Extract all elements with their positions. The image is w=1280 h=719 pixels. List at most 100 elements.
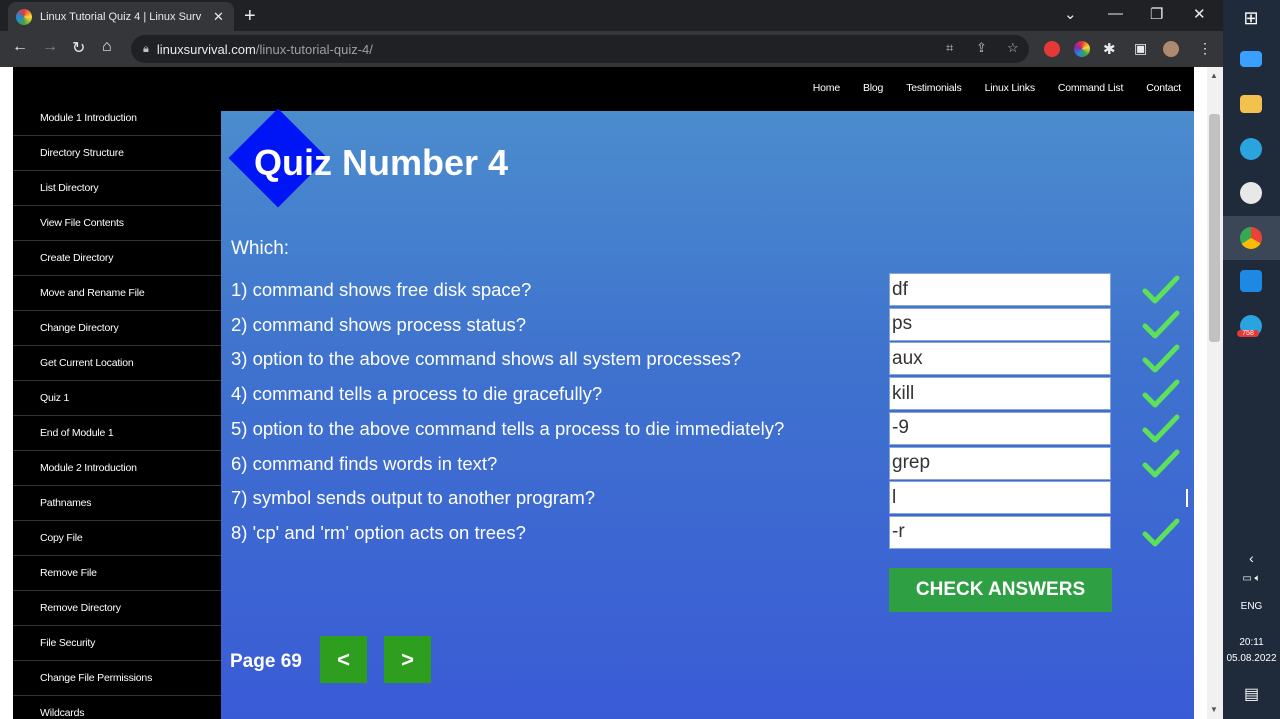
chrome-taskbar-icon[interactable]: [1240, 227, 1262, 249]
windows-taskbar: ⊞ 758 ‹ ▭ 🔈︎ ENG 20:11 05.08.2022 ▤: [1223, 0, 1280, 719]
sidebar-item-file-security[interactable]: File Security: [13, 626, 221, 661]
notification-badge: 758: [1237, 330, 1259, 337]
sidebar-item-pathnames[interactable]: Pathnames: [13, 486, 221, 521]
file-explorer-icon[interactable]: [1240, 95, 1262, 113]
tab-title: Linux Tutorial Quiz 4 | Linux Surv: [40, 10, 202, 23]
home-icon[interactable]: ⌂: [102, 38, 112, 56]
clock-date[interactable]: 05.08.2022: [1223, 653, 1280, 664]
nav-link-linux-links[interactable]: Linux Links: [985, 82, 1036, 94]
question-text: 2) command shows process status?: [231, 313, 527, 335]
close-window-icon[interactable]: ✕: [1193, 5, 1206, 23]
nav-link-contact[interactable]: Contact: [1146, 82, 1181, 94]
new-tab-icon[interactable]: +: [244, 5, 256, 28]
nav-link-home[interactable]: Home: [813, 82, 840, 94]
url-path: /linux-tutorial-quiz-4/: [255, 41, 373, 57]
question-text: 7) symbol sends output to another progra…: [231, 487, 596, 509]
answer-input[interactable]: [889, 446, 1111, 480]
chrome-menu-icon[interactable]: ⋮: [1198, 40, 1212, 57]
correct-check-icon: [1142, 379, 1180, 408]
sidebar-item-module-2-introduction[interactable]: Module 2 Introduction: [13, 451, 221, 486]
tab-search-icon[interactable]: ⌄: [1064, 5, 1077, 23]
sidebar-item-quiz-1[interactable]: Quiz 1: [13, 381, 221, 416]
previous-page-button[interactable]: <: [320, 636, 367, 683]
question-text: 5) option to the above command tells a p…: [231, 417, 785, 439]
sidebar-item-wildcards[interactable]: Wildcards: [13, 696, 221, 719]
browser-tab[interactable]: Linux Tutorial Quiz 4 | Linux Surv ✕: [8, 2, 234, 31]
quiz-panel: Quiz Number 4 Which: 1) command shows fr…: [221, 108, 1194, 719]
windows-start-icon[interactable]: ⊞: [1240, 8, 1262, 30]
quiz-prompt: Which:: [231, 238, 290, 259]
sidebar-item-module-1-introduction[interactable]: Module 1 Introduction: [13, 101, 221, 136]
extensions-puzzle-icon[interactable]: ✱: [1103, 40, 1116, 58]
extension-adblock-icon[interactable]: [1044, 41, 1060, 57]
sidebar-item-remove-directory[interactable]: Remove Directory: [13, 591, 221, 626]
back-icon[interactable]: ←: [12, 38, 28, 56]
correct-check-icon: [1142, 344, 1180, 373]
show-hidden-icons-icon[interactable]: ‹: [1223, 550, 1280, 566]
nav-link-command-list[interactable]: Command List: [1058, 82, 1123, 94]
sidebar-item-remove-file[interactable]: Remove File: [13, 556, 221, 591]
vscode-icon[interactable]: [1240, 270, 1262, 292]
battery-volume-icon[interactable]: ▭ 🔈︎: [1223, 573, 1280, 584]
restore-icon[interactable]: ❐: [1150, 5, 1163, 23]
answer-input[interactable]: [889, 515, 1111, 549]
web-page: Home Blog Testimonials Linux Links Command L…: [0, 67, 1207, 719]
bookmark-star-icon[interactable]: ☆: [1007, 40, 1019, 56]
extension-color-icon[interactable]: [1074, 41, 1090, 57]
question-text: 8) 'cp' and 'rm' option acts on trees?: [231, 521, 526, 543]
profile-avatar[interactable]: [1163, 41, 1179, 57]
question-text: 4) command tells a process to die gracef…: [231, 383, 603, 405]
check-answers-button[interactable]: CHECK ANSWERS: [889, 568, 1112, 612]
correct-check-icon: [1142, 275, 1180, 304]
address-bar[interactable]: 🔒︎ linuxsurvival.com/linux-tutorial-quiz…: [131, 35, 1029, 63]
translate-icon[interactable]: ⌗: [946, 40, 953, 56]
next-page-button[interactable]: >: [384, 636, 431, 683]
notifications-icon[interactable]: ▤: [1223, 684, 1280, 704]
sidebar-item-view-file-contents[interactable]: View File Contents: [13, 206, 221, 241]
quiz-title: Quiz Number 4: [254, 142, 509, 183]
answer-input[interactable]: [889, 273, 1111, 306]
question-text: 1) command shows free disk space?: [231, 279, 532, 300]
scroll-down-icon[interactable]: ▼: [1210, 705, 1218, 714]
sidebar-item-create-directory[interactable]: Create Directory: [13, 241, 221, 276]
page-number: Page 69: [230, 651, 302, 672]
sidebar-item-copy-file[interactable]: Copy File: [13, 521, 221, 556]
answer-input[interactable]: [889, 342, 1111, 376]
nav-link-blog[interactable]: Blog: [863, 82, 883, 94]
sidebar-item-list-directory[interactable]: List Directory: [13, 171, 221, 206]
sidebar-item-move-and-rename-file[interactable]: Move and Rename File: [13, 276, 221, 311]
desktop-app-icon[interactable]: [1240, 51, 1262, 67]
scroll-up-icon[interactable]: ▲: [1210, 71, 1218, 80]
answer-input[interactable]: [889, 411, 1111, 445]
unanswered-marker: [1186, 489, 1188, 508]
sidebar-item-change-file-permissions[interactable]: Change File Permissions: [13, 661, 221, 696]
correct-check-icon: [1142, 449, 1180, 477]
telegram-icon[interactable]: [1240, 138, 1262, 160]
paint-app-icon[interactable]: [1240, 182, 1262, 204]
sidebar-item-end-of-module-1[interactable]: End of Module 1: [13, 416, 221, 451]
reload-icon[interactable]: ↻: [72, 38, 85, 58]
page-scrollbar[interactable]: ▲ ▼: [1207, 67, 1223, 719]
correct-check-icon: [1142, 518, 1180, 547]
side-panel-icon[interactable]: ▣: [1134, 40, 1147, 57]
clock-time[interactable]: 20:11: [1223, 637, 1280, 648]
correct-check-icon: [1142, 310, 1180, 339]
nav-link-testimonials[interactable]: Testimonials: [906, 82, 962, 94]
question-text: 3) option to the above command shows all…: [231, 348, 742, 370]
sidebar-item-change-directory[interactable]: Change Directory: [13, 311, 221, 346]
site-favicon-icon: [16, 8, 32, 25]
sidebar-item-directory-structure[interactable]: Directory Structure: [13, 136, 221, 171]
share-icon[interactable]: ⇪: [976, 40, 987, 56]
sidebar-item-get-current-location[interactable]: Get Current Location: [13, 346, 221, 381]
lock-icon: 🔒︎: [143, 42, 149, 55]
answer-input[interactable]: [889, 377, 1111, 411]
language-indicator[interactable]: ENG: [1223, 601, 1280, 612]
browser-tab-bar: Linux Tutorial Quiz 4 | Linux Surv ✕ + ⌄…: [0, 0, 1223, 31]
answer-input[interactable]: [889, 307, 1111, 341]
answer-input[interactable]: [889, 481, 1111, 515]
scrollbar-thumb[interactable]: [1209, 114, 1220, 342]
forward-icon[interactable]: →: [42, 38, 58, 56]
url-host: linuxsurvival.com: [156, 41, 256, 57]
minimize-icon[interactable]: —: [1108, 5, 1123, 22]
close-tab-icon[interactable]: ✕: [213, 9, 224, 25]
